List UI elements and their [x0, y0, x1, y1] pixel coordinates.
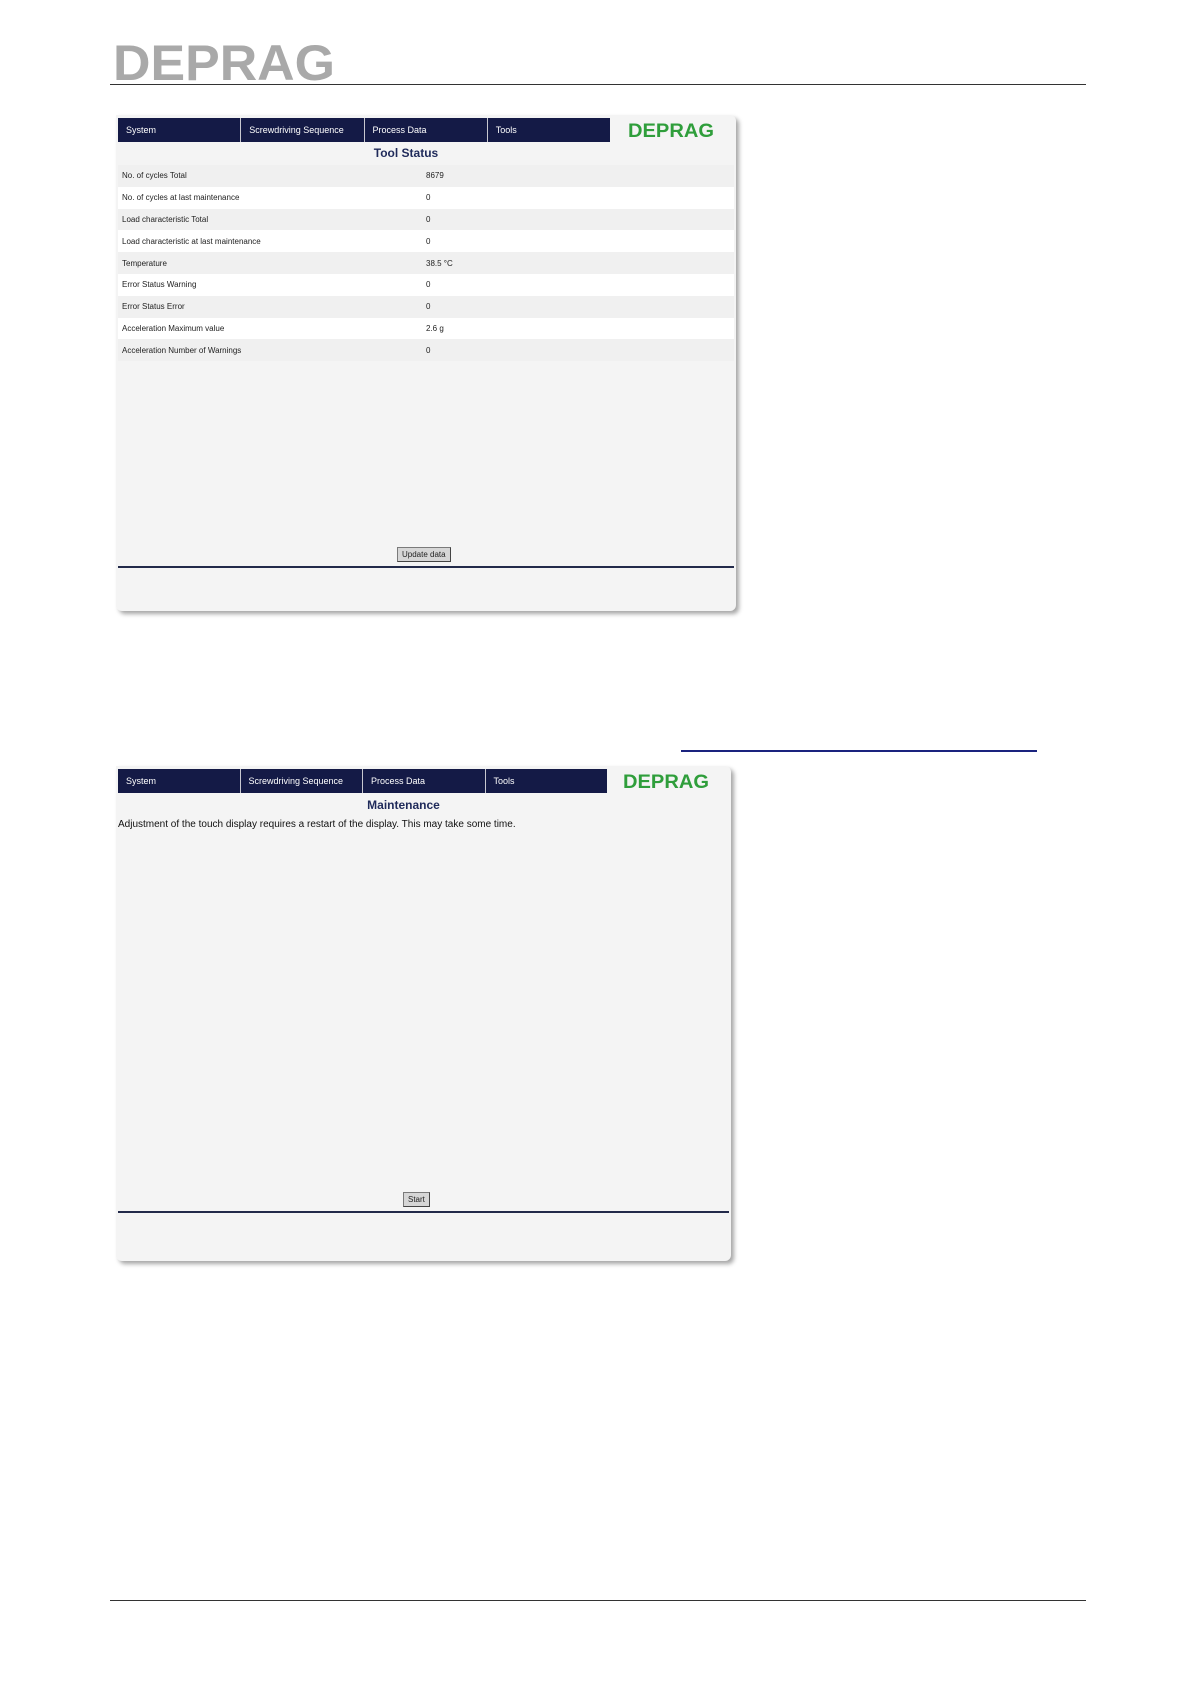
row-label: No. of cycles Total: [122, 171, 187, 181]
row-label: Temperature: [122, 258, 167, 268]
deprag-logo: DEPRAG: [623, 773, 709, 789]
document-footer-rule: [110, 1600, 1086, 1601]
row-value: 8679: [426, 171, 444, 181]
update-data-button[interactable]: Update data: [397, 547, 451, 562]
row-value: 0: [426, 214, 431, 224]
table-row: Acceleration Maximum value 2.6 g: [118, 317, 734, 340]
table-row: Load characteristic at last maintenance …: [118, 230, 734, 253]
page-title: Tool Status: [373, 146, 439, 160]
row-value: 0: [426, 236, 431, 246]
row-label: Acceleration Number of Warnings: [122, 345, 242, 355]
deprag-document-logo: DEPRAG: [113, 40, 335, 82]
panel-footer-rule: [118, 566, 734, 568]
row-label: Acceleration Maximum value: [122, 323, 225, 333]
nav-tab-tools[interactable]: Tools: [485, 769, 607, 793]
table-row: No. of cycles Total 8679: [118, 165, 734, 187]
table-row: Temperature 38.5 °C: [118, 252, 734, 274]
table-row: Load characteristic Total 0: [118, 208, 734, 231]
main-navigation: System Screwdriving Sequence Process Dat…: [118, 118, 610, 142]
svg-text:DEPRAG: DEPRAG: [628, 122, 714, 138]
document-header-rule: [110, 84, 1086, 85]
svg-text:DEPRAG: DEPRAG: [623, 773, 709, 789]
nav-tab-system[interactable]: System: [118, 118, 242, 142]
maintenance-message: Adjustment of the touch display requires…: [118, 819, 516, 830]
row-value: 0: [426, 345, 431, 355]
tool-status-table: No. of cycles Total 8679 No. of cycles a…: [118, 165, 734, 362]
start-button[interactable]: Start: [403, 1192, 430, 1207]
row-label: Error Status Warning: [122, 280, 197, 290]
table-row: Error Status Warning 0: [118, 273, 734, 296]
row-value: 0: [426, 302, 431, 312]
table-row: Error Status Error 0: [118, 295, 734, 318]
nav-tab-system[interactable]: System: [118, 769, 241, 793]
document-link-underline: [681, 750, 1037, 752]
table-row: No. of cycles at last maintenance 0: [118, 186, 734, 209]
row-label: No. of cycles at last maintenance: [122, 193, 240, 203]
row-value: 2.6 g: [426, 323, 444, 333]
row-value: 38.5 °C: [426, 258, 453, 268]
row-label: Error Status Error: [122, 302, 185, 312]
nav-tab-process-data[interactable]: Process Data: [364, 118, 488, 142]
maintenance-screen: System Screwdriving Sequence Process Dat…: [116, 766, 731, 1261]
svg-text:DEPRAG: DEPRAG: [113, 40, 335, 82]
nav-tab-screwdriving-sequence[interactable]: Screwdriving Sequence: [240, 769, 363, 793]
page-title: Maintenance: [367, 798, 440, 812]
panel-footer-rule: [118, 1211, 729, 1213]
deprag-logo: DEPRAG: [628, 122, 714, 138]
row-label: Load characteristic Total: [122, 214, 209, 224]
table-row: Acceleration Number of Warnings 0: [118, 339, 734, 362]
nav-tab-process-data[interactable]: Process Data: [363, 769, 486, 793]
nav-tab-screwdriving-sequence[interactable]: Screwdriving Sequence: [241, 118, 365, 142]
tool-status-screen: System Screwdriving Sequence Process Dat…: [116, 115, 736, 611]
main-navigation: System Screwdriving Sequence Process Dat…: [118, 769, 607, 793]
nav-tab-tools[interactable]: Tools: [487, 118, 610, 142]
row-label: Load characteristic at last maintenance: [122, 236, 261, 246]
row-value: 0: [426, 193, 431, 203]
row-value: 0: [426, 280, 431, 290]
